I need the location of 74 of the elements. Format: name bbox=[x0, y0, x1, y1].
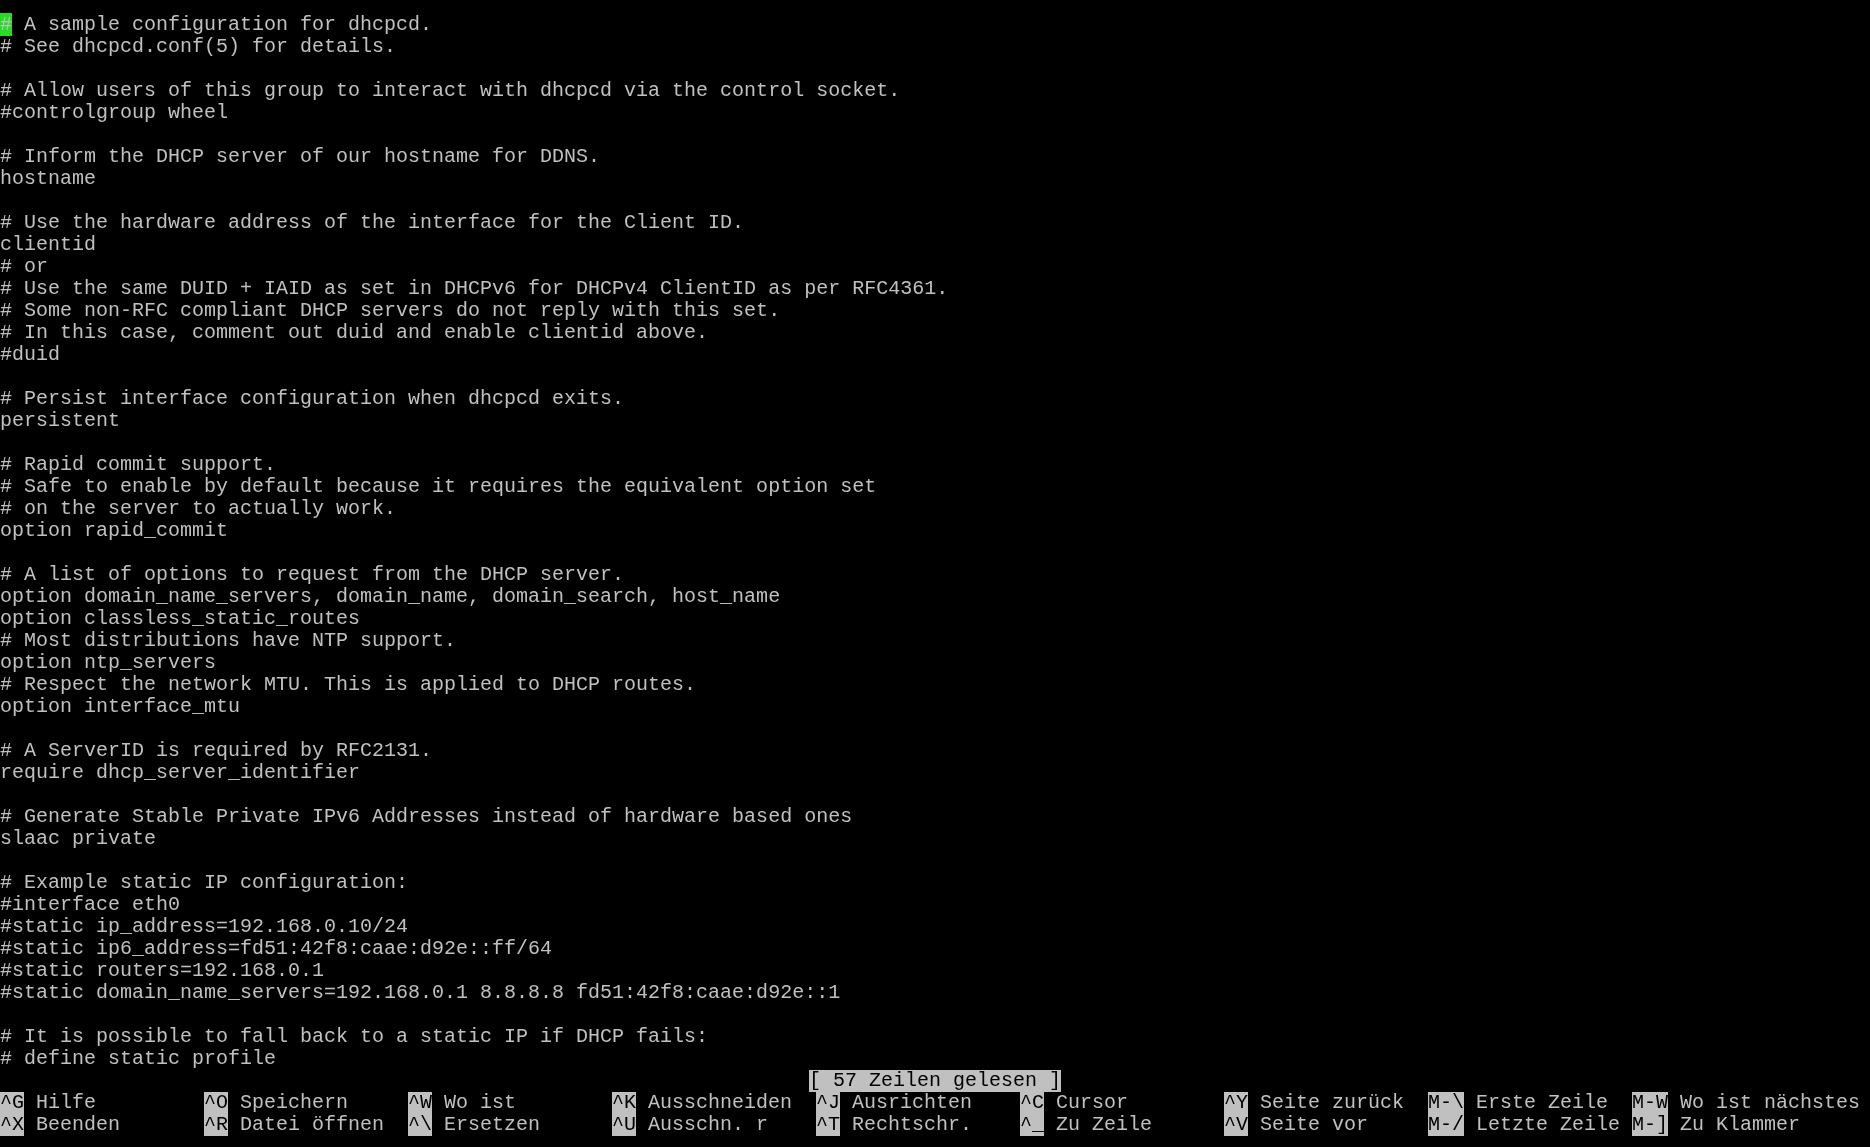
code-line: #controlgroup wheel bbox=[0, 101, 229, 124]
code-line: #interface eth0 bbox=[0, 893, 181, 916]
code-line: slaac private bbox=[0, 827, 157, 850]
code-line: # Safe to enable by default because it requires the equivalent option set bbox=[0, 475, 877, 498]
shortcut-key[interactable]: ^K bbox=[612, 1092, 636, 1114]
code-line: # See dhcpcd.conf(5) for details. bbox=[0, 35, 397, 58]
shortcut-label: Seite vor bbox=[1260, 1114, 1369, 1136]
shortcut-label: Zu Klammer bbox=[1680, 1114, 1801, 1136]
shortcut-label: Ausrichten bbox=[852, 1092, 973, 1114]
shortcut-label: Rechtschr. bbox=[852, 1114, 973, 1136]
shortcut-label: Speichern bbox=[240, 1092, 349, 1114]
shortcut-key[interactable]: ^X bbox=[0, 1114, 24, 1136]
code-line: #static ip_address=192.168.0.10/24 bbox=[0, 915, 409, 938]
code-line: # A ServerID is required by RFC2131. bbox=[0, 739, 433, 762]
code-line: persistent bbox=[0, 409, 121, 432]
code-line: option classless_static_routes bbox=[0, 607, 361, 630]
shortcut-key[interactable]: M-/ bbox=[1428, 1114, 1464, 1136]
code-line: # Example static IP configuration: bbox=[0, 871, 409, 894]
shortcut-label: Ausschneiden bbox=[648, 1092, 793, 1114]
code-line: # A list of options to request from the DHCP server. bbox=[0, 563, 625, 586]
code-line: option rapid_commit bbox=[0, 519, 229, 542]
shortcut-label: Datei öffnen bbox=[240, 1114, 385, 1136]
code-line: # Inform the DHCP server of our hostname for DDNS. bbox=[0, 145, 601, 168]
code-line: #static routers=192.168.0.1 bbox=[0, 959, 325, 982]
shortcut-key[interactable]: ^Y bbox=[1224, 1092, 1248, 1114]
code-line: # Most distributions have NTP support. bbox=[0, 629, 457, 652]
code-line: # Respect the network MTU. This is applied to DHCP routes. bbox=[0, 673, 697, 696]
shortcut-key[interactable]: ^U bbox=[612, 1114, 636, 1136]
status-message: [ 57 Zeilen gelesen ] bbox=[808, 1070, 1061, 1092]
shortcut-key[interactable]: M-W bbox=[1632, 1092, 1668, 1114]
code-line: hostname bbox=[0, 167, 96, 190]
shortcut-key[interactable]: ^_ bbox=[1020, 1114, 1044, 1136]
code-line: # Persist interface configuration when dhcpcd exits. bbox=[0, 387, 625, 410]
shortcut-label: Erste Zeile bbox=[1476, 1092, 1609, 1114]
shortcut-key[interactable]: ^\ bbox=[408, 1114, 432, 1136]
shortcut-label: Hilfe bbox=[36, 1092, 97, 1114]
code-line: # or bbox=[0, 255, 48, 278]
shortcut-key[interactable]: ^V bbox=[1224, 1114, 1248, 1136]
code-line: # Use the same DUID + IAID as set in DHCPv6 for DHCPv4 ClientID as per RFC4361. bbox=[0, 277, 949, 300]
code-line: # Generate Stable Private IPv6 Addresses instead of hardware based ones bbox=[0, 805, 853, 828]
code-line: require dhcp_server_identifier bbox=[0, 761, 361, 784]
shortcut-label: Beenden bbox=[36, 1114, 121, 1136]
code-line: # It is possible to fall back to a static IP if DHCP fails: bbox=[0, 1025, 709, 1048]
shortcut-key[interactable]: M-] bbox=[1632, 1114, 1668, 1136]
code-line: # Some non-RFC compliant DHCP servers do not reply with this set. bbox=[0, 299, 781, 322]
shortcut-key[interactable]: ^T bbox=[816, 1114, 840, 1136]
code-line: # on the server to actually work. bbox=[0, 497, 397, 520]
code-line: # Allow users of this group to interact with dhcpcd via the control socket. bbox=[0, 79, 901, 102]
code-line: option interface_mtu bbox=[0, 695, 241, 718]
shortcut-key[interactable]: M-\ bbox=[1428, 1092, 1464, 1114]
shortcut-label: Cursor bbox=[1056, 1092, 1129, 1114]
code-line: option ntp_servers bbox=[0, 651, 217, 674]
shortcut-label: Zu Zeile bbox=[1056, 1114, 1153, 1136]
shortcut-key[interactable]: ^C bbox=[1020, 1092, 1044, 1114]
shortcut-label: Letzte Zeile bbox=[1476, 1114, 1621, 1136]
shortcut-key[interactable]: ^J bbox=[816, 1092, 840, 1114]
code-line: #static domain_name_servers=192.168.0.1 8.8.8.8 fd51:42f8:caae:d92e::1 bbox=[0, 981, 841, 1004]
shortcut-key[interactable]: ^W bbox=[408, 1092, 432, 1114]
code-line: #static ip6_address=fd51:42f8:caae:d92e::ff/64 bbox=[0, 937, 553, 960]
shortcut-label: Ersetzen bbox=[444, 1114, 541, 1136]
code-line: # In this case, comment out duid and enable clientid above. bbox=[0, 321, 709, 344]
code-line: clientid bbox=[0, 233, 96, 256]
shortcut-key[interactable]: ^O bbox=[204, 1092, 228, 1114]
code-line: option domain_name_servers, domain_name, domain_search, host_name bbox=[0, 585, 781, 608]
code-line: # Use the hardware address of the interface for the Client ID. bbox=[0, 211, 745, 234]
code-line: # define static profile bbox=[0, 1047, 277, 1070]
shortcut-key[interactable]: ^R bbox=[204, 1114, 228, 1136]
shortcut-label: Seite zurück bbox=[1260, 1092, 1405, 1114]
code-line: # Rapid commit support. bbox=[0, 453, 277, 476]
code-line: #duid bbox=[0, 343, 60, 366]
shortcut-label: Wo ist bbox=[444, 1092, 517, 1114]
shortcut-label: Ausschn. r bbox=[648, 1114, 769, 1136]
shortcut-label: Wo ist nächstes bbox=[1680, 1092, 1861, 1114]
shortcut-key[interactable]: ^G bbox=[0, 1092, 24, 1114]
